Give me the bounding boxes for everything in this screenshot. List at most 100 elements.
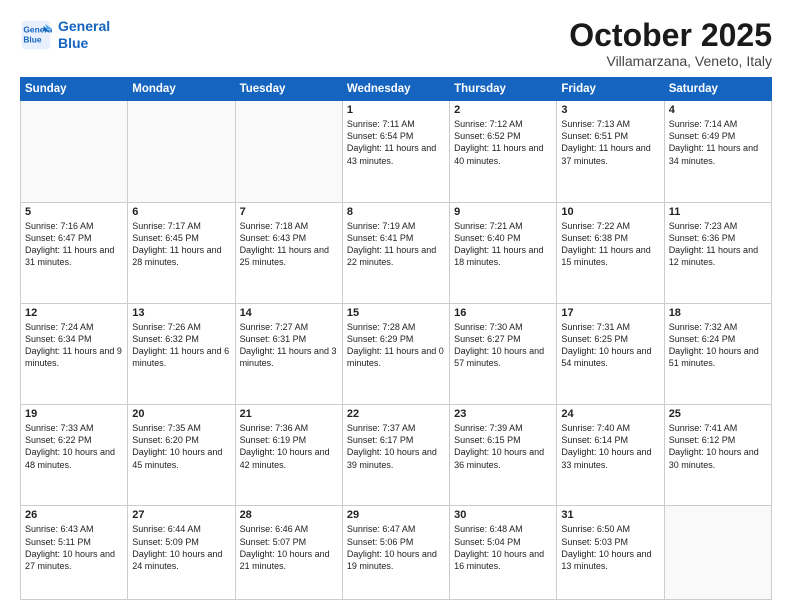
day-cell: 17 Sunrise: 7:31 AM Sunset: 6:25 PM Dayli…	[557, 303, 664, 404]
logo-line1: General	[58, 18, 110, 34]
day-cell	[664, 506, 771, 600]
weekday-header-row: SundayMondayTuesdayWednesdayThursdayFrid…	[21, 78, 772, 101]
day-info: Sunrise: 7:41 AM Sunset: 6:12 PM Dayligh…	[669, 422, 767, 471]
logo-text: General Blue	[58, 18, 110, 52]
day-number: 22	[347, 408, 445, 420]
day-number: 27	[132, 509, 230, 521]
day-cell: 26 Sunrise: 6:43 AM Sunset: 5:11 PM Dayli…	[21, 506, 128, 600]
day-number: 9	[454, 206, 552, 218]
week-row-0: 1Sunrise: 7:11 AM Sunset: 6:54 PM Daylig…	[21, 101, 772, 202]
day-info: Sunrise: 7:31 AM Sunset: 6:25 PM Dayligh…	[561, 321, 659, 370]
day-info: Sunrise: 6:47 AM Sunset: 5:06 PM Dayligh…	[347, 523, 445, 572]
day-info: Sunrise: 7:36 AM Sunset: 6:19 PM Dayligh…	[240, 422, 338, 471]
day-info: Sunrise: 7:22 AM Sunset: 6:38 PM Dayligh…	[561, 220, 659, 269]
day-cell: 29 Sunrise: 6:47 AM Sunset: 5:06 PM Dayli…	[342, 506, 449, 600]
day-number: 5	[25, 206, 123, 218]
logo: General Blue General Blue	[20, 18, 110, 52]
day-info: Sunrise: 7:17 AM Sunset: 6:45 PM Dayligh…	[132, 220, 230, 269]
day-info: Sunrise: 6:48 AM Sunset: 5:04 PM Dayligh…	[454, 523, 552, 572]
day-number: 17	[561, 307, 659, 319]
location: Villamarzana, Veneto, Italy	[569, 53, 772, 69]
day-cell: 2Sunrise: 7:12 AM Sunset: 6:52 PM Daylig…	[450, 101, 557, 202]
day-cell: 28Sunrise: 6:46 AM Sunset: 5:07 PM Dayli…	[235, 506, 342, 600]
weekday-header-wednesday: Wednesday	[342, 78, 449, 101]
day-cell: 10 Sunrise: 7:22 AM Sunset: 6:38 PM Dayli…	[557, 202, 664, 303]
day-info: Sunrise: 7:13 AM Sunset: 6:51 PM Dayligh…	[561, 118, 659, 167]
day-cell: 5 Sunrise: 7:16 AM Sunset: 6:47 PM Daylig…	[21, 202, 128, 303]
day-number: 25	[669, 408, 767, 420]
day-info: Sunrise: 7:27 AM Sunset: 6:31 PM Dayligh…	[240, 321, 338, 370]
day-number: 14	[240, 307, 338, 319]
day-number: 11	[669, 206, 767, 218]
day-number: 26	[25, 509, 123, 521]
day-cell: 11 Sunrise: 7:23 AM Sunset: 6:36 PM Dayli…	[664, 202, 771, 303]
day-info: Sunrise: 6:43 AM Sunset: 5:11 PM Dayligh…	[25, 523, 123, 572]
day-cell: 24 Sunrise: 7:40 AM Sunset: 6:14 PM Dayli…	[557, 405, 664, 506]
day-info: Sunrise: 7:18 AM Sunset: 6:43 PM Dayligh…	[240, 220, 338, 269]
day-number: 31	[561, 509, 659, 521]
day-info: Sunrise: 7:21 AM Sunset: 6:40 PM Dayligh…	[454, 220, 552, 269]
week-row-3: 19 Sunrise: 7:33 AM Sunset: 6:22 PM Dayli…	[21, 405, 772, 506]
day-number: 2	[454, 104, 552, 116]
day-cell: 15 Sunrise: 7:28 AM Sunset: 6:29 PM Dayli…	[342, 303, 449, 404]
day-number: 13	[132, 307, 230, 319]
day-cell	[21, 101, 128, 202]
day-cell: 6Sunrise: 7:17 AM Sunset: 6:45 PM Daylig…	[128, 202, 235, 303]
day-info: Sunrise: 7:35 AM Sunset: 6:20 PM Dayligh…	[132, 422, 230, 471]
day-cell: 22 Sunrise: 7:37 AM Sunset: 6:17 PM Dayli…	[342, 405, 449, 506]
day-number: 4	[669, 104, 767, 116]
svg-text:Blue: Blue	[23, 34, 42, 44]
day-info: Sunrise: 7:19 AM Sunset: 6:41 PM Dayligh…	[347, 220, 445, 269]
day-cell: 8Sunrise: 7:19 AM Sunset: 6:41 PM Daylig…	[342, 202, 449, 303]
day-cell: 18Sunrise: 7:32 AM Sunset: 6:24 PM Dayli…	[664, 303, 771, 404]
day-cell	[128, 101, 235, 202]
day-number: 20	[132, 408, 230, 420]
weekday-header-sunday: Sunday	[21, 78, 128, 101]
day-info: Sunrise: 7:40 AM Sunset: 6:14 PM Dayligh…	[561, 422, 659, 471]
day-info: Sunrise: 7:39 AM Sunset: 6:15 PM Dayligh…	[454, 422, 552, 471]
header: General Blue General Blue October 2025 V…	[20, 18, 772, 69]
day-number: 21	[240, 408, 338, 420]
day-cell: 7Sunrise: 7:18 AM Sunset: 6:43 PM Daylig…	[235, 202, 342, 303]
month-title: October 2025	[569, 18, 772, 53]
day-cell: 12Sunrise: 7:24 AM Sunset: 6:34 PM Dayli…	[21, 303, 128, 404]
day-info: Sunrise: 6:50 AM Sunset: 5:03 PM Dayligh…	[561, 523, 659, 572]
day-cell	[235, 101, 342, 202]
day-cell: 25 Sunrise: 7:41 AM Sunset: 6:12 PM Dayli…	[664, 405, 771, 506]
day-number: 24	[561, 408, 659, 420]
week-row-4: 26 Sunrise: 6:43 AM Sunset: 5:11 PM Dayli…	[21, 506, 772, 600]
day-info: Sunrise: 7:24 AM Sunset: 6:34 PM Dayligh…	[25, 321, 123, 370]
day-number: 18	[669, 307, 767, 319]
day-number: 16	[454, 307, 552, 319]
day-number: 19	[25, 408, 123, 420]
title-block: October 2025 Villamarzana, Veneto, Italy	[569, 18, 772, 69]
day-info: Sunrise: 7:37 AM Sunset: 6:17 PM Dayligh…	[347, 422, 445, 471]
day-cell: 30Sunrise: 6:48 AM Sunset: 5:04 PM Dayli…	[450, 506, 557, 600]
day-cell: 14 Sunrise: 7:27 AM Sunset: 6:31 PM Dayli…	[235, 303, 342, 404]
day-cell: 1Sunrise: 7:11 AM Sunset: 6:54 PM Daylig…	[342, 101, 449, 202]
day-number: 1	[347, 104, 445, 116]
weekday-header-thursday: Thursday	[450, 78, 557, 101]
day-info: Sunrise: 7:16 AM Sunset: 6:47 PM Dayligh…	[25, 220, 123, 269]
calendar: SundayMondayTuesdayWednesdayThursdayFrid…	[20, 77, 772, 600]
day-number: 10	[561, 206, 659, 218]
weekday-header-tuesday: Tuesday	[235, 78, 342, 101]
day-cell: 21 Sunrise: 7:36 AM Sunset: 6:19 PM Dayli…	[235, 405, 342, 506]
day-info: Sunrise: 6:44 AM Sunset: 5:09 PM Dayligh…	[132, 523, 230, 572]
day-info: Sunrise: 7:14 AM Sunset: 6:49 PM Dayligh…	[669, 118, 767, 167]
weekday-header-saturday: Saturday	[664, 78, 771, 101]
weekday-header-monday: Monday	[128, 78, 235, 101]
day-info: Sunrise: 7:33 AM Sunset: 6:22 PM Dayligh…	[25, 422, 123, 471]
page: General Blue General Blue October 2025 V…	[0, 0, 792, 612]
day-number: 15	[347, 307, 445, 319]
day-number: 29	[347, 509, 445, 521]
weekday-header-friday: Friday	[557, 78, 664, 101]
week-row-2: 12Sunrise: 7:24 AM Sunset: 6:34 PM Dayli…	[21, 303, 772, 404]
day-cell: 20 Sunrise: 7:35 AM Sunset: 6:20 PM Dayli…	[128, 405, 235, 506]
week-row-1: 5 Sunrise: 7:16 AM Sunset: 6:47 PM Daylig…	[21, 202, 772, 303]
day-info: Sunrise: 7:28 AM Sunset: 6:29 PM Dayligh…	[347, 321, 445, 370]
day-cell: 3 Sunrise: 7:13 AM Sunset: 6:51 PM Daylig…	[557, 101, 664, 202]
day-number: 3	[561, 104, 659, 116]
day-cell: 13Sunrise: 7:26 AM Sunset: 6:32 PM Dayli…	[128, 303, 235, 404]
day-info: Sunrise: 7:23 AM Sunset: 6:36 PM Dayligh…	[669, 220, 767, 269]
